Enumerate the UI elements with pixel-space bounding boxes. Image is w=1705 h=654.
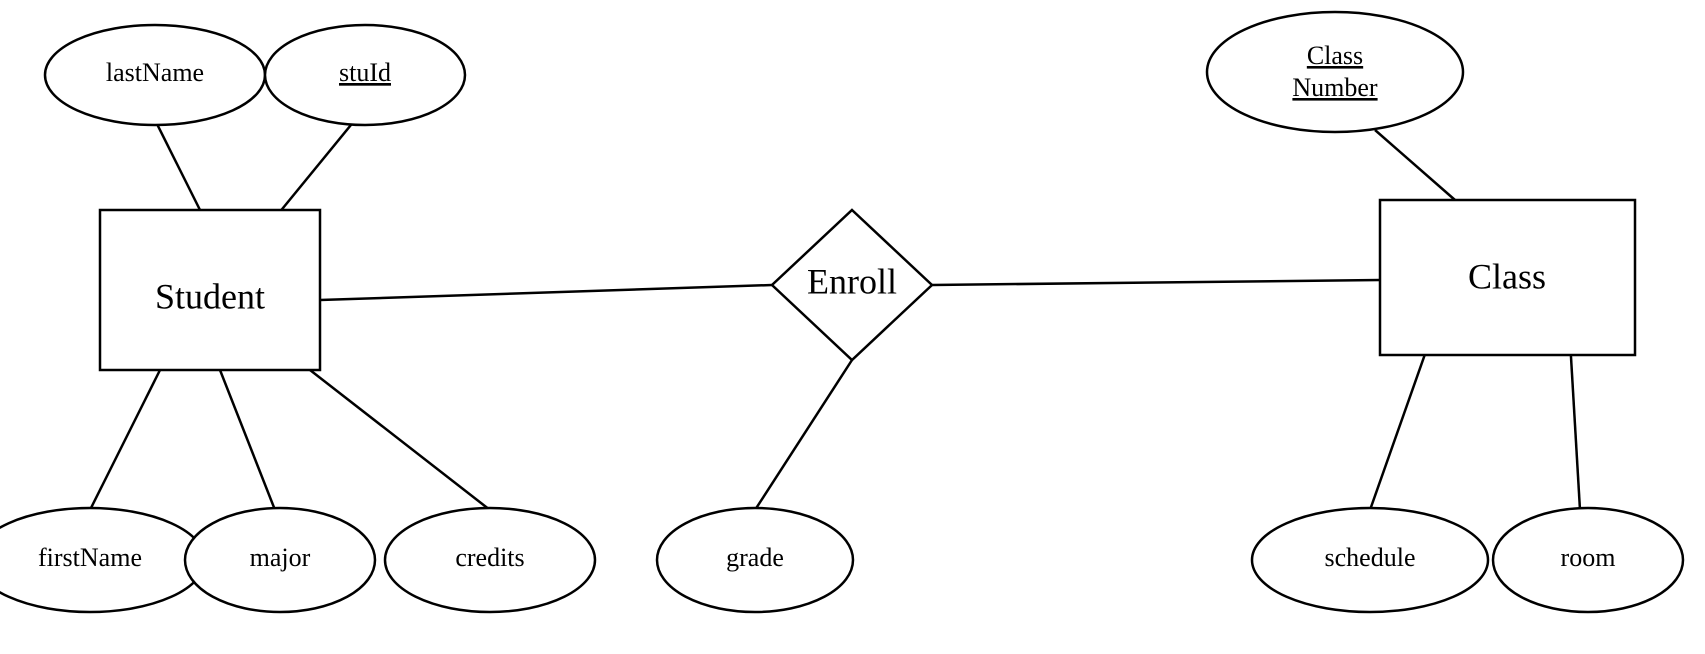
stuid-label: stuId [339, 58, 391, 87]
classnumber-label-line2: Number [1292, 73, 1378, 102]
firstname-label: firstName [38, 543, 142, 572]
room-label: room [1561, 543, 1616, 572]
classnumber-label-line1: Class [1307, 41, 1363, 70]
student-label: Student [155, 276, 265, 316]
schedule-label: schedule [1325, 543, 1416, 572]
grade-label: grade [726, 543, 784, 572]
credits-label: credits [455, 543, 524, 572]
major-label: major [250, 543, 311, 572]
lastname-label: lastName [106, 58, 204, 87]
enroll-label: Enroll [807, 261, 897, 301]
class-label: Class [1468, 256, 1546, 296]
er-diagram: Student Class Enroll lastName stuId firs… [0, 0, 1705, 649]
